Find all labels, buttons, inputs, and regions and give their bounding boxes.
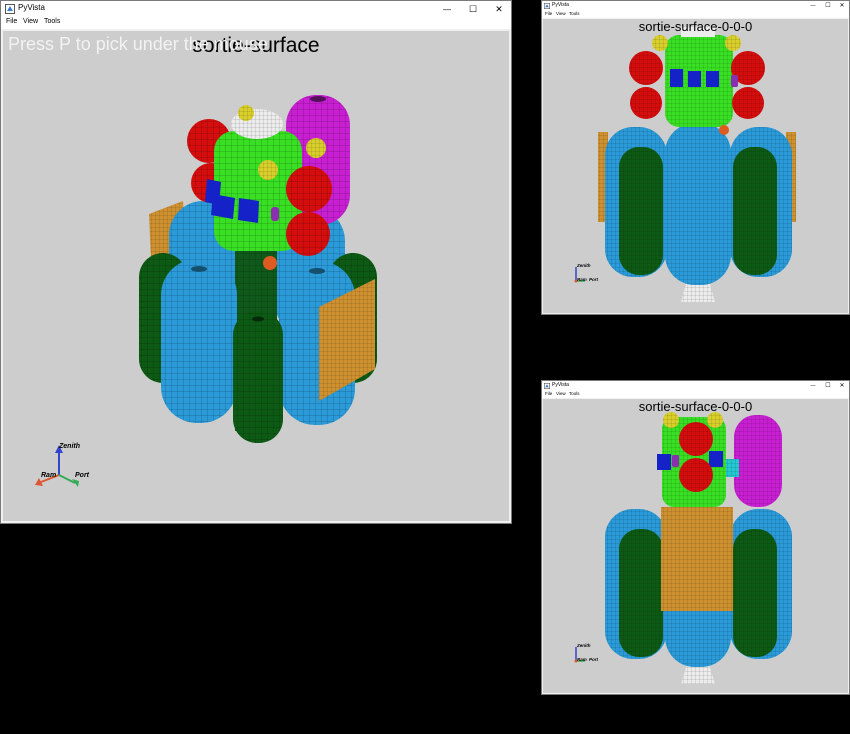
main-window: PyVista — ☐ ✕ File View Tools sortie-sur…: [0, 0, 512, 524]
close-button[interactable]: ✕: [835, 381, 849, 390]
menu-bar: File View Tools: [542, 390, 849, 398]
menu-view[interactable]: View: [23, 18, 38, 25]
blue-tank-center: [665, 123, 731, 285]
axis-label-zenith: Zenith: [577, 643, 591, 648]
red-sphere-front-right: [286, 166, 332, 212]
menu-file[interactable]: File: [545, 391, 552, 396]
menu-tools[interactable]: Tools: [569, 391, 580, 396]
front-blue-tank-left: [161, 259, 237, 423]
minimize-button[interactable]: —: [806, 381, 820, 390]
render-viewport[interactable]: sortie-surface-0-0-0 Zenith Ram Port: [543, 399, 848, 693]
viewport-title: sortie-surface-0-0-0: [638, 399, 753, 414]
pyvista-icon: [5, 4, 15, 14]
menu-bar: File View Tools: [1, 17, 511, 29]
small-orange-sphere: [263, 256, 277, 270]
minimize-button[interactable]: —: [435, 1, 459, 17]
yellow-sphere-front: [258, 160, 278, 180]
axis-label-zenith: Zenith: [577, 263, 591, 268]
bottom-right-window: PyVista — ☐ ✕ File View Tools sortie-sur…: [541, 380, 850, 695]
yellow-sphere-top: [238, 105, 254, 121]
dark-green-tank-right: [733, 529, 777, 657]
orientation-axes: [35, 445, 79, 487]
title-bar[interactable]: PyVista — ☐ ✕: [1, 1, 511, 17]
axis-label-port: Port: [589, 277, 598, 282]
dark-green-tank-right: [733, 147, 777, 275]
menu-tools[interactable]: Tools: [569, 11, 580, 16]
solar-panel-front: [661, 507, 733, 611]
minimize-button[interactable]: —: [806, 1, 820, 10]
dark-green-tank-left: [619, 147, 663, 275]
maximize-button[interactable]: ☐: [821, 1, 835, 10]
axis-label-ram: Ram: [577, 277, 587, 282]
axis-label-zenith: Zenith: [59, 443, 80, 450]
title-bar[interactable]: PyVista — ☐ ✕: [542, 381, 849, 390]
magenta-tank: [734, 415, 782, 507]
viewport-title: sortie-surface-0-0-0: [638, 19, 753, 34]
menu-view[interactable]: View: [556, 391, 566, 396]
window-title: PyVista: [18, 3, 45, 12]
maximize-button[interactable]: ☐: [821, 381, 835, 390]
pick-instruction: Press P to pick under the mouse: [8, 34, 268, 54]
menu-bar: File View Tools: [542, 10, 849, 18]
pyvista-icon: [544, 3, 550, 9]
dark-green-tank-front: [233, 311, 283, 443]
title-bar[interactable]: PyVista — ☐ ✕: [542, 1, 849, 10]
render-viewport[interactable]: sortie-surface Press P to pick under the…: [3, 31, 509, 521]
menu-view[interactable]: View: [556, 11, 566, 16]
dark-green-tank-left: [619, 529, 663, 657]
close-button[interactable]: ✕: [487, 1, 511, 17]
red-sphere-low-right: [286, 212, 330, 256]
axis-label-ram: Ram: [577, 657, 587, 662]
window-title: PyVista: [552, 382, 569, 388]
scene-3d-front: [574, 27, 796, 302]
scene-3d-side: [574, 412, 792, 684]
menu-file[interactable]: File: [545, 11, 552, 16]
top-right-window: PyVista — ☐ ✕ File View Tools sortie-sur…: [541, 0, 850, 315]
axis-label-port: Port: [589, 657, 598, 662]
maximize-button[interactable]: ☐: [461, 1, 485, 17]
window-title: PyVista: [552, 2, 569, 8]
render-viewport[interactable]: sortie-surface-0-0-0 Zenith Ram Port: [543, 19, 848, 313]
close-button[interactable]: ✕: [835, 1, 849, 10]
menu-tools[interactable]: Tools: [44, 18, 60, 25]
axis-label-ram: Ram: [41, 472, 57, 479]
axis-label-port: Port: [75, 472, 89, 479]
pyvista-icon: [544, 383, 550, 389]
menu-file[interactable]: File: [6, 18, 17, 25]
yellow-sphere-right: [306, 138, 326, 158]
small-orange-sphere: [719, 125, 729, 135]
